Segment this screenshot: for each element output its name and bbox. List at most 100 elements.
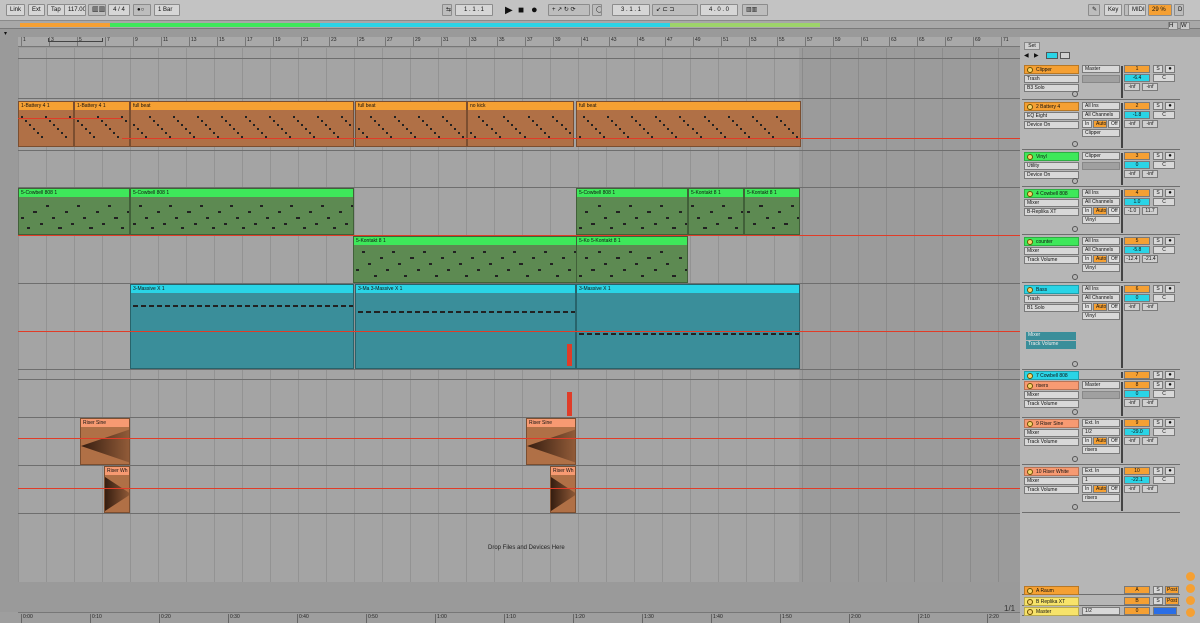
master-output[interactable]: 1/2 [1082, 607, 1120, 615]
input-channel[interactable]: All Channels [1082, 198, 1120, 206]
arm-icon[interactable]: ● [1165, 381, 1175, 389]
return-number[interactable]: 0 [1124, 607, 1150, 615]
track-header[interactable]: Clipper Trash B3 Solo Master 1 S ● -6.4 C -inf -in… [1022, 64, 1180, 100]
fold-icon[interactable] [1072, 178, 1078, 184]
monitor-off[interactable]: Off [1108, 485, 1120, 493]
monitor-auto[interactable]: Auto [1093, 255, 1107, 263]
clip-massive[interactable]: 3-Massive X 1 [576, 284, 800, 369]
view-controls[interactable]: ◀ ▶ [1024, 52, 1072, 60]
key-map-button[interactable]: Key [1104, 4, 1122, 16]
device-chooser[interactable]: EQ Eight [1024, 112, 1079, 120]
track-name[interactable]: 2 Battery 4 [1024, 102, 1079, 111]
midi-map-button[interactable]: MIDI [1128, 4, 1146, 16]
collapse-arrow-icon[interactable]: ▾ [4, 30, 7, 37]
automation-lane-param[interactable]: Track Volume [1026, 341, 1076, 349]
monitor-off[interactable]: Off [1108, 207, 1120, 215]
track-lane[interactable] [18, 514, 1020, 582]
clip-battery[interactable]: full beat [355, 101, 467, 147]
arm-icon[interactable]: ● [1165, 467, 1175, 475]
lock-icon[interactable] [1060, 52, 1070, 59]
device-param-chooser[interactable]: B3 Solo [1024, 84, 1079, 92]
volume-field[interactable]: 0 [1124, 294, 1150, 302]
return-track-header[interactable]: Master 1/2 0 [1022, 606, 1180, 616]
clip-kontakt[interactable]: 5-Ko 5-Kontakt 8 1 [576, 236, 688, 283]
device-param-chooser[interactable]: Track Volume [1024, 486, 1079, 494]
output-type[interactable]: Vinyl [1082, 312, 1120, 320]
pan-field[interactable]: C [1153, 428, 1175, 436]
device-chooser[interactable]: Trash [1024, 295, 1079, 303]
track-number[interactable]: 9 [1124, 419, 1150, 427]
arm-icon[interactable]: ● [1165, 419, 1175, 427]
device-param-chooser[interactable]: Device On [1024, 171, 1079, 179]
track-number[interactable]: 2 [1124, 102, 1150, 110]
input-channel[interactable]: All Channels [1082, 294, 1120, 302]
device-param-chooser[interactable]: B1 Solo [1024, 304, 1079, 312]
device-chooser[interactable]: Mixer [1024, 391, 1079, 399]
device-chooser[interactable]: Mixer [1024, 477, 1079, 485]
track-name[interactable]: 9 Riser Sine [1024, 419, 1079, 428]
input-channel[interactable]: 1/2 [1082, 428, 1120, 436]
track-name[interactable]: 4 Cowbell 808 [1024, 189, 1079, 198]
clip-battery[interactable]: full beat [576, 101, 801, 147]
volume-field[interactable]: -1.8 [1124, 111, 1150, 119]
clip-massive[interactable]: 3-Ma 3-Massive X 1 [355, 284, 576, 369]
track-name[interactable]: 10 Riser White [1024, 467, 1079, 476]
pan-field[interactable]: C [1153, 246, 1175, 254]
automation-lane-device[interactable]: Mixer [1026, 332, 1076, 340]
device-chooser[interactable]: Trash [1024, 75, 1079, 83]
fold-icon[interactable] [1072, 274, 1078, 280]
post-button[interactable]: Post [1165, 586, 1179, 594]
arm-icon[interactable]: ● [1165, 102, 1175, 110]
output-type[interactable]: Vinyl [1082, 264, 1120, 272]
track-header[interactable]: risers Mixer Track Volume Master 8 S ● 0 C -inf -i… [1022, 380, 1180, 418]
fold-icon[interactable] [1072, 504, 1078, 510]
monitor-auto[interactable]: Auto [1093, 485, 1107, 493]
track-name[interactable]: counter [1024, 237, 1079, 246]
track-lane[interactable] [18, 370, 1020, 380]
track-name[interactable]: Clipper [1024, 65, 1079, 74]
monitor-off[interactable]: Off [1108, 255, 1120, 263]
device-param-chooser[interactable]: B-Replika XT [1024, 208, 1079, 216]
ext-sync-button[interactable]: Ext [28, 4, 45, 16]
left-arrow-icon[interactable]: ◀ [1024, 52, 1029, 59]
input-type[interactable]: All Ins [1082, 102, 1120, 110]
track-lane[interactable] [18, 48, 1020, 59]
solo-button[interactable]: S [1153, 586, 1163, 594]
output-type[interactable]: Vinyl [1082, 216, 1120, 224]
zoom-icon[interactable] [0, 612, 18, 623]
track-activator-icon[interactable] [1027, 599, 1033, 605]
track-lane[interactable] [18, 466, 1020, 514]
bar-ruler[interactable]: 1 3 5 7 9 11 13 15 17 19 21 23 25 27 29 31 33 35 37 39 41 43 4… [18, 37, 1020, 47]
track-number[interactable]: 7 [1124, 371, 1150, 379]
solo-button[interactable]: S [1153, 419, 1163, 427]
clip-battery[interactable]: 1-Battery 4 1 [18, 101, 74, 147]
monitor-in[interactable]: In [1082, 437, 1092, 445]
track-number[interactable]: 6 [1124, 285, 1150, 293]
clip-riser-sine[interactable]: Riser Sine [80, 418, 130, 465]
arrangement-view[interactable]: 1-Battery 4 1 1-Battery 4 1 full beat full … [18, 48, 1020, 582]
stop-icon[interactable]: ■ [518, 5, 524, 16]
fold-icon[interactable] [1072, 409, 1078, 415]
draw-toggle-icon[interactable] [1046, 52, 1058, 59]
clip-cowbell[interactable]: 5-Cowbell 808 1 [130, 188, 354, 235]
fold-icon[interactable] [1072, 226, 1078, 232]
clip-kontakt[interactable]: 5-Kontakt 8 1 [353, 236, 577, 283]
track-activator-icon[interactable] [1027, 421, 1033, 427]
arm-icon[interactable]: ● [1165, 152, 1175, 160]
solo-button[interactable]: S [1153, 467, 1163, 475]
track-name[interactable]: 7 Cowbell 808 [1024, 371, 1079, 380]
track-number[interactable]: 3 [1124, 152, 1150, 160]
time-signature[interactable]: 4 / 4 [108, 4, 130, 16]
track-number[interactable]: 8 [1124, 381, 1150, 389]
solo-button[interactable]: S [1153, 102, 1163, 110]
solo-button[interactable]: S [1153, 371, 1163, 379]
device-param-chooser[interactable]: Track Volume [1024, 400, 1079, 408]
input-channel[interactable]: All Channels [1082, 111, 1120, 119]
solo-button[interactable]: S [1153, 597, 1163, 605]
monitor-in[interactable]: In [1082, 255, 1092, 263]
monitor-auto[interactable]: Auto [1093, 207, 1107, 215]
clip-riser-sine[interactable]: Riser Sine [526, 418, 576, 465]
input-type[interactable]: All Ins [1082, 285, 1120, 293]
track-activator-icon[interactable] [1027, 154, 1033, 160]
return-number[interactable]: A [1124, 586, 1150, 594]
